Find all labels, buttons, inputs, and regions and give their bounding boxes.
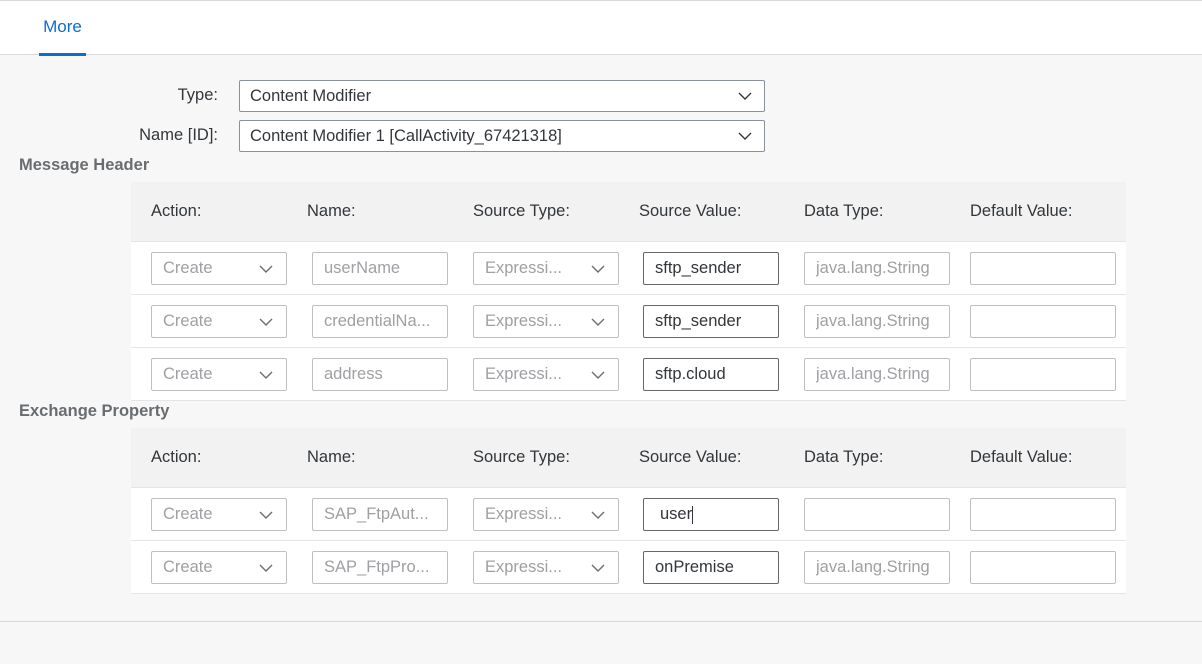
action-select[interactable]: Create: [151, 358, 287, 391]
chevron-down-icon: [259, 371, 273, 380]
name-field-value: SAP_FtpPro...: [324, 558, 430, 576]
chevron-down-icon: [591, 564, 605, 573]
default-value-input[interactable]: [970, 358, 1116, 391]
source-value-input[interactable]: user: [643, 498, 779, 531]
name-field-value: address: [324, 365, 383, 383]
source-type-select-value: Expressi...: [485, 558, 563, 576]
action-select-value: Create: [163, 558, 213, 576]
column-header-name: Name:: [307, 448, 356, 466]
top-bar: More: [0, 0, 1202, 56]
action-select-value: Create: [163, 505, 213, 523]
type-select[interactable]: Content Modifier: [239, 80, 765, 112]
text-cursor: [692, 505, 694, 524]
chevron-down-icon: [259, 318, 273, 327]
action-select-value: Create: [163, 312, 213, 330]
name-id-select[interactable]: Content Modifier 1 [CallActivity_6742131…: [239, 120, 765, 152]
data-type-field-value: java.lang.String: [816, 259, 930, 277]
data-type-input[interactable]: [804, 498, 950, 531]
chevron-down-icon: [259, 511, 273, 520]
chevron-down-icon: [591, 318, 605, 327]
name-id-select-value: Content Modifier 1 [CallActivity_6742131…: [250, 126, 562, 145]
name-field[interactable]: SAP_FtpPro...: [312, 551, 448, 584]
column-header-data-type: Data Type:: [804, 202, 884, 220]
action-select[interactable]: Create: [151, 551, 287, 584]
message-header-table: Action: Name: Source Type: Source Value:…: [131, 182, 1126, 401]
data-type-field[interactable]: java.lang.String: [804, 305, 950, 338]
source-value-input-value: user: [660, 505, 693, 523]
source-value-input[interactable]: sftp.cloud: [643, 358, 779, 391]
tab-more[interactable]: More: [39, 1, 86, 56]
source-type-select[interactable]: Expressi...: [473, 498, 619, 531]
source-value-input[interactable]: sftp_sender: [643, 252, 779, 285]
name-field-value: credentialNa...: [324, 312, 431, 330]
action-select[interactable]: Create: [151, 305, 287, 338]
name-field[interactable]: address: [312, 358, 448, 391]
chevron-down-icon: [259, 564, 273, 573]
chevron-down-icon: [738, 132, 752, 141]
table-row: Create SAP_FtpAut... Expressi... user: [131, 488, 1126, 541]
chevron-down-icon: [591, 511, 605, 520]
column-header-source-value: Source Value:: [639, 202, 742, 220]
column-header-source-value: Source Value:: [639, 448, 742, 466]
source-type-select-value: Expressi...: [485, 365, 563, 383]
name-id-label: Name [ID]:: [139, 126, 218, 144]
source-type-select[interactable]: Expressi...: [473, 252, 619, 285]
table-row: Create credentialNa... Expressi... sftp_…: [131, 295, 1126, 348]
column-header-source-type: Source Type:: [473, 448, 570, 466]
table-row: Create SAP_FtpPro... Expressi... onPremi…: [131, 541, 1126, 594]
name-field[interactable]: SAP_FtpAut...: [312, 498, 448, 531]
source-value-input-value: sftp_sender: [655, 312, 742, 330]
data-type-field-value: java.lang.String: [816, 365, 930, 383]
source-type-select-value: Expressi...: [485, 312, 563, 330]
data-type-field[interactable]: java.lang.String: [804, 252, 950, 285]
default-value-input[interactable]: [970, 551, 1116, 584]
chevron-down-icon: [738, 92, 752, 101]
name-field-value: userName: [324, 259, 401, 277]
type-label: Type:: [177, 86, 218, 104]
source-type-select[interactable]: Expressi...: [473, 551, 619, 584]
name-field-value: SAP_FtpAut...: [324, 505, 429, 523]
chevron-down-icon: [591, 265, 605, 274]
column-header-action: Action:: [151, 202, 202, 220]
message-header-title: Message Header: [19, 156, 150, 174]
table-row: Create address Expressi... sftp.cloud ja…: [131, 348, 1126, 401]
table-header: Action: Name: Source Type: Source Value:…: [131, 182, 1126, 242]
exchange-property-table: Action: Name: Source Type: Source Value:…: [131, 428, 1126, 594]
data-type-field-value: java.lang.String: [816, 558, 930, 576]
source-type-select[interactable]: Expressi...: [473, 358, 619, 391]
name-field[interactable]: userName: [312, 252, 448, 285]
source-type-select-value: Expressi...: [485, 259, 563, 277]
table-row: Create userName Expressi... sftp_sender …: [131, 242, 1126, 295]
action-select-value: Create: [163, 365, 213, 383]
column-header-default-value: Default Value:: [970, 202, 1073, 220]
default-value-input[interactable]: [970, 252, 1116, 285]
source-value-input-value: sftp_sender: [655, 259, 742, 277]
name-field[interactable]: credentialNa...: [312, 305, 448, 338]
column-header-source-type: Source Type:: [473, 202, 570, 220]
column-header-action: Action:: [151, 448, 202, 466]
source-type-select-value: Expressi...: [485, 505, 563, 523]
footer-divider: [0, 621, 1202, 622]
data-type-field[interactable]: java.lang.String: [804, 551, 950, 584]
data-type-field[interactable]: java.lang.String: [804, 358, 950, 391]
source-value-input-value: onPremise: [655, 558, 734, 576]
chevron-down-icon: [591, 371, 605, 380]
data-type-field-value: java.lang.String: [816, 312, 930, 330]
column-header-default-value: Default Value:: [970, 448, 1073, 466]
table-header: Action: Name: Source Type: Source Value:…: [131, 428, 1126, 488]
action-select[interactable]: Create: [151, 252, 287, 285]
source-type-select[interactable]: Expressi...: [473, 305, 619, 338]
source-value-input[interactable]: sftp_sender: [643, 305, 779, 338]
default-value-input[interactable]: [970, 305, 1116, 338]
action-select[interactable]: Create: [151, 498, 287, 531]
default-value-input[interactable]: [970, 498, 1116, 531]
source-value-input-value: sftp.cloud: [655, 365, 726, 383]
source-value-input[interactable]: onPremise: [643, 551, 779, 584]
column-header-data-type: Data Type:: [804, 448, 884, 466]
action-select-value: Create: [163, 259, 213, 277]
type-select-value: Content Modifier: [250, 86, 372, 105]
chevron-down-icon: [259, 265, 273, 274]
column-header-name: Name:: [307, 202, 356, 220]
exchange-property-title: Exchange Property: [19, 402, 170, 420]
